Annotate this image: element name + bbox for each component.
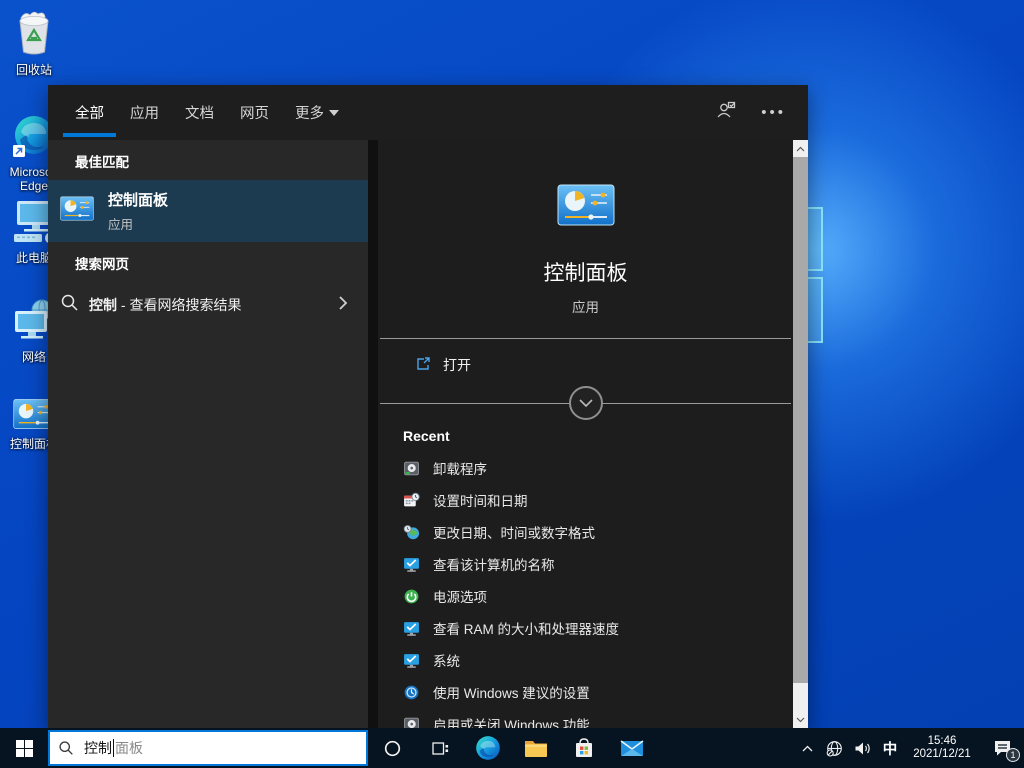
recent-item[interactable]: 系统	[378, 644, 793, 676]
web-query: 控制	[89, 297, 117, 313]
system-tray: 中 15:46 2021/12/21 1	[794, 728, 1024, 768]
recent-list: 卸载程序 设置时间和日期 更改日期、时间或数字格式	[378, 452, 793, 740]
tab-documents[interactable]: 文档	[185, 85, 214, 140]
system-icon	[403, 556, 420, 573]
wallpaper-logo-pane	[806, 277, 823, 343]
mail-button[interactable]	[608, 728, 656, 768]
open-action[interactable]: 打开	[378, 339, 793, 391]
recent-item[interactable]: 设置时间和日期	[378, 484, 793, 516]
more-options-icon[interactable]: •••	[761, 104, 786, 121]
recycle-bin-icon	[11, 8, 57, 61]
power-icon	[403, 588, 420, 605]
tray-expand-button[interactable]	[794, 728, 820, 768]
taskbar: 控制 面板	[0, 728, 1024, 768]
cortana-icon	[384, 740, 401, 757]
system-icon	[403, 620, 420, 637]
task-view-button[interactable]	[416, 728, 464, 768]
scroll-up-icon[interactable]	[793, 140, 808, 157]
windows-logo-icon	[16, 740, 33, 757]
search-typed-text: 控制	[84, 738, 112, 758]
clock-date: 2021/12/21	[913, 748, 971, 761]
task-view-icon	[432, 741, 449, 756]
system-icon	[403, 652, 420, 669]
desktop-icon-label: 回收站	[2, 64, 66, 78]
best-match-subtitle: 应用	[108, 214, 168, 233]
taskbar-edge-button[interactable]	[464, 728, 512, 768]
programs-icon	[403, 460, 420, 477]
edge-icon	[475, 735, 501, 761]
text-cursor	[113, 739, 114, 757]
web-query-suffix: - 查看网络搜索结果	[117, 297, 241, 313]
recent-item[interactable]: 更改日期、时间或数字格式	[378, 516, 793, 548]
control-panel-icon	[60, 196, 94, 226]
volume-button[interactable]	[848, 728, 876, 768]
start-button[interactable]	[0, 728, 48, 768]
search-icon	[58, 740, 74, 756]
best-match-title: 控制面板	[108, 189, 168, 210]
search-suggestion-text: 面板	[115, 738, 143, 758]
chevron-up-icon	[802, 745, 813, 752]
taskbar-clock[interactable]: 15:46 2021/12/21	[904, 728, 980, 768]
web-search-header: 搜索网页	[48, 242, 368, 282]
search-icon	[60, 293, 79, 317]
desktop-icon-recycle-bin[interactable]: 回收站	[5, 8, 63, 78]
file-explorer-button[interactable]	[512, 728, 560, 768]
panel-column-divider	[368, 140, 378, 728]
open-label: 打开	[443, 355, 471, 375]
tab-apps[interactable]: 应用	[130, 85, 159, 140]
tab-web[interactable]: 网页	[240, 85, 269, 140]
tab-all[interactable]: 全部	[75, 85, 104, 140]
microsoft-store-button[interactable]	[560, 728, 608, 768]
cortana-button[interactable]	[368, 728, 416, 768]
control-panel-icon-large	[557, 184, 615, 231]
desktop: 回收站 Microsoft Edge	[0, 0, 1024, 768]
network-status-button[interactable]	[820, 728, 848, 768]
search-detail-pane: 控制面板 应用 打开	[378, 140, 793, 728]
search-results-column: 最佳匹配	[48, 140, 368, 728]
web-search-result[interactable]: 控制 - 查看网络搜索结果	[48, 282, 368, 328]
wallpaper-logo-pane	[806, 207, 823, 271]
action-center-button[interactable]: 1	[980, 728, 1024, 768]
scroll-down-icon[interactable]	[793, 711, 808, 728]
recent-item[interactable]: 电源选项	[378, 580, 793, 612]
recent-item[interactable]: 查看该计算机的名称	[378, 548, 793, 580]
globe-no-internet-icon	[826, 740, 843, 757]
notification-badge: 1	[1006, 748, 1020, 762]
store-icon	[574, 738, 594, 759]
recent-item[interactable]: 使用 Windows 建议的设置	[378, 676, 793, 708]
expand-details-button[interactable]	[569, 386, 603, 420]
ime-indicator[interactable]: 中	[876, 728, 904, 768]
account-options-icon[interactable]	[715, 100, 737, 125]
best-match-header: 最佳匹配	[48, 140, 368, 180]
chevron-down-icon	[329, 110, 339, 116]
recent-item[interactable]: 查看 RAM 的大小和处理器速度	[378, 612, 793, 644]
detail-title: 控制面板	[544, 257, 628, 287]
divider	[380, 403, 791, 404]
recent-header: Recent	[378, 428, 793, 444]
region-icon	[403, 524, 420, 541]
datetime-icon	[403, 492, 420, 509]
chevron-right-icon	[338, 295, 348, 316]
tab-more[interactable]: 更多	[295, 85, 339, 140]
mail-icon	[620, 740, 644, 757]
search-tab-bar: 全部 应用 文档 网页 更多 •••	[48, 85, 808, 140]
scrollbar-track[interactable]	[793, 683, 808, 711]
clock-time: 15:46	[928, 735, 957, 748]
detail-subtitle: 应用	[572, 296, 599, 316]
scrollbar[interactable]	[793, 140, 808, 728]
scrollbar-thumb[interactable]	[793, 157, 808, 683]
recent-item[interactable]: 卸载程序	[378, 452, 793, 484]
speaker-icon	[854, 741, 871, 756]
best-match-result-control-panel[interactable]: 控制面板 应用	[48, 180, 368, 242]
settings-suggest-icon	[403, 684, 420, 701]
taskbar-search-input[interactable]: 控制 面板	[48, 730, 368, 766]
file-explorer-icon	[524, 739, 548, 758]
launch-icon	[415, 356, 431, 375]
search-flyout-panel: 全部 应用 文档 网页 更多 ••• 最佳匹配	[48, 85, 808, 728]
